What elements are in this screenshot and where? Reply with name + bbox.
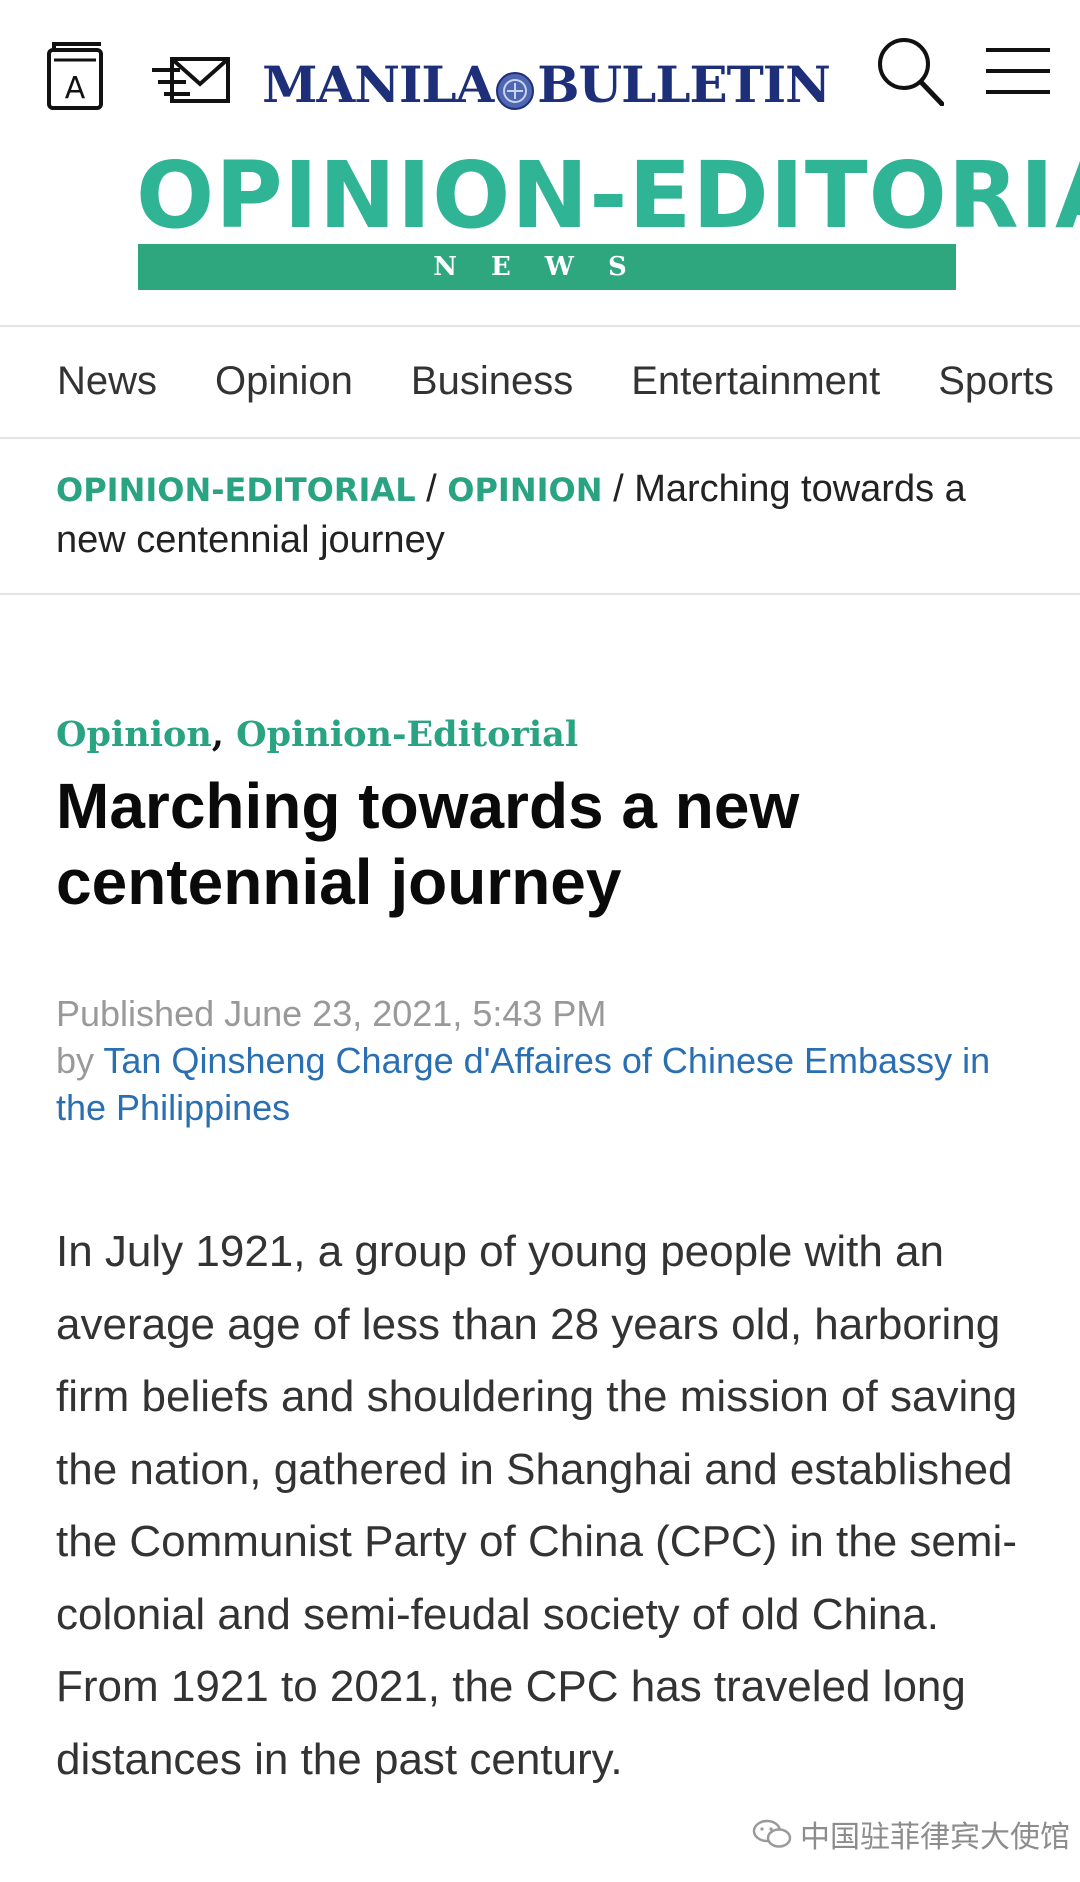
breadcrumb-separator: / <box>613 468 624 510</box>
breadcrumb-divider <box>0 593 1080 595</box>
publish-date: Published June 23, 2021, 5:43 PM <box>56 993 607 1034</box>
nav-item-business[interactable]: Business <box>411 359 573 404</box>
top-header: A MANILA BULLETIN <box>0 0 1080 160</box>
main-nav: NewsOpinionBusinessEntertainmentSportsL <box>0 325 1080 439</box>
author-link[interactable]: Tan Qinsheng Charge d'Affaires of Chines… <box>56 1040 990 1128</box>
nav-item-sports[interactable]: Sports <box>938 359 1054 404</box>
section-banner-title: OPINION-EDITORIAL <box>136 142 1080 249</box>
site-logo[interactable]: MANILA BULLETIN <box>262 52 831 116</box>
byline-prefix: by <box>56 1040 95 1081</box>
dictionary-icon[interactable]: A <box>46 40 106 112</box>
logo-text-right: BULLETIN <box>537 54 831 114</box>
logo-seal-icon <box>495 64 535 110</box>
breadcrumb-category-link[interactable]: OPINION <box>447 471 602 509</box>
category-separator: , <box>211 714 224 755</box>
breadcrumb: OPINION-EDITORIAL / OPINION / Marching t… <box>56 464 1016 565</box>
article-categories: Opinion, Opinion-Editorial <box>56 714 578 755</box>
nav-item-news[interactable]: News <box>57 359 157 404</box>
search-icon[interactable] <box>876 36 945 107</box>
breadcrumb-separator: / <box>426 468 437 510</box>
article-body: In July 1921, a group of young people wi… <box>56 1227 1018 1784</box>
wechat-icon <box>752 1819 792 1848</box>
nav-item-opinion[interactable]: Opinion <box>215 359 353 404</box>
mail-icon[interactable] <box>150 56 232 106</box>
article-meta: Published June 23, 2021, 5:43 PM by Tan … <box>56 990 1036 1131</box>
wechat-watermark: 中国驻菲律宾大使馆 <box>752 1814 1070 1854</box>
nav-item-entertainment[interactable]: Entertainment <box>631 359 880 404</box>
article-title: Marching towards a new centennial journe… <box>56 770 800 918</box>
byline: by Tan Qinsheng Charge d'Affaires of Chi… <box>56 1037 1036 1131</box>
svg-text:A: A <box>65 71 86 106</box>
breadcrumb-section-link[interactable]: OPINION-EDITORIAL <box>56 471 416 509</box>
menu-icon[interactable] <box>984 46 1052 96</box>
watermark-text: 中国驻菲律宾大使馆 <box>800 1821 1070 1854</box>
nav-list: NewsOpinionBusinessEntertainmentSportsL <box>57 359 1080 404</box>
category-link-opinion-editorial[interactable]: Opinion-Editorial <box>236 714 578 755</box>
logo-text-left: MANILA <box>262 54 494 114</box>
section-banner-subtitle: NEWS <box>138 244 956 290</box>
category-link-opinion[interactable]: Opinion <box>56 714 212 755</box>
